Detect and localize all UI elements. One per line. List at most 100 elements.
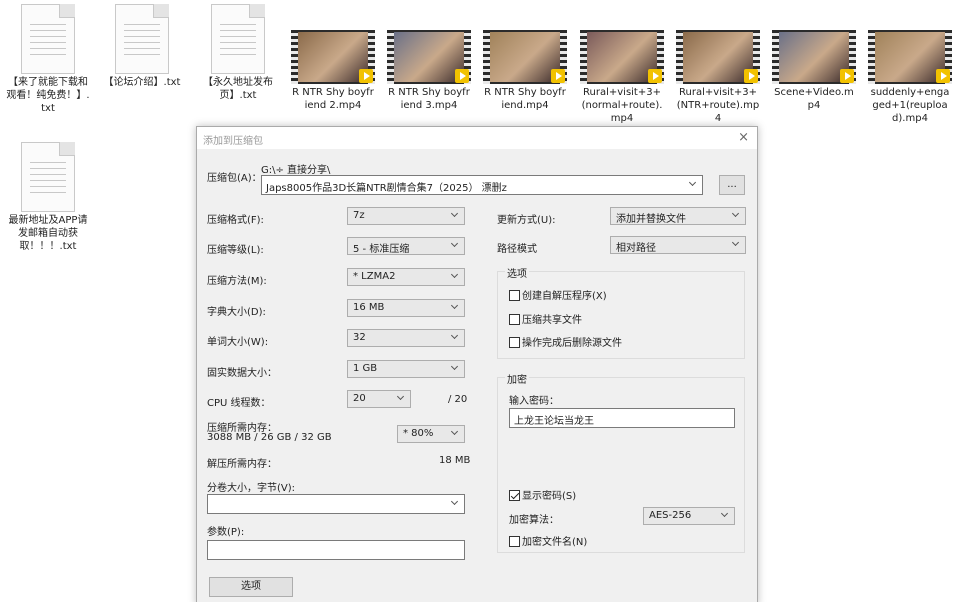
desktop-file-icon[interactable]: 最新地址及APP请发邮箱自动获取！！！.txt: [2, 142, 94, 253]
archive-path: G:\÷ 直接分享\: [261, 165, 331, 176]
add-to-archive-dialog: 添加到压缩包 × 压缩包(A)： G:\÷ 直接分享\ Japs8005作品3D…: [196, 126, 758, 602]
checkbox-checked-icon: [509, 490, 520, 501]
desktop-file-icon[interactable]: Rural+visit+3+(NTR+route).mp4: [672, 30, 764, 125]
level-select[interactable]: 5 - 标准压缩: [347, 237, 465, 255]
delete-source-checkbox[interactable]: 操作完成后删除源文件: [509, 334, 622, 349]
file-name-label: Rural+visit+3+(NTR+route).mp4: [676, 87, 760, 124]
chevron-down-icon: [720, 510, 730, 520]
format-label: 压缩格式(F):: [207, 215, 264, 226]
split-label: 分卷大小，字节(V):: [207, 483, 296, 494]
chevron-down-icon: [450, 428, 460, 438]
password-label: 输入密码：: [509, 396, 559, 407]
archive-name-value: Japs8005作品3D长篇NTR剧情合集7（2025） 漂删z: [266, 183, 507, 194]
enc-method-select[interactable]: AES-256: [643, 507, 735, 525]
enc-method-value: AES-256: [649, 510, 692, 521]
word-value: 32: [353, 332, 366, 343]
enc-method-label: 加密算法：: [509, 515, 559, 526]
word-label: 单词大小(W):: [207, 337, 269, 348]
text-file-icon: [211, 4, 265, 74]
chevron-down-icon: [450, 271, 460, 281]
play-badge-icon: [936, 69, 950, 83]
chevron-down-icon: [731, 210, 741, 220]
desktop-file-icon[interactable]: R NTR Shy boyfriend 3.mp4: [383, 30, 475, 112]
threads-max: / 20: [448, 394, 468, 405]
encrypt-names-checkbox[interactable]: 加密文件名(N): [509, 533, 587, 548]
chevron-down-icon: [731, 239, 741, 249]
file-name-label: 【永久地址发布页】.txt: [203, 77, 273, 101]
shared-checkbox[interactable]: 压缩共享文件: [509, 311, 582, 326]
video-thumbnail-icon: [676, 30, 760, 84]
solid-select[interactable]: 1 GB: [347, 360, 465, 378]
chevron-down-icon: [450, 210, 460, 220]
options-group-label: 选项: [505, 265, 529, 280]
sfx-checkbox[interactable]: 创建自解压程序(X): [509, 287, 607, 302]
video-thumbnail-icon: [291, 30, 375, 84]
path-mode-select[interactable]: 相对路径: [610, 236, 746, 254]
dict-select[interactable]: 16 MB: [347, 299, 465, 317]
password-value: 上龙王论坛当龙王: [514, 416, 594, 427]
path-mode-value: 相对路径: [616, 243, 656, 254]
chevron-down-icon: [450, 332, 460, 342]
delete-source-label: 操作完成后删除源文件: [522, 338, 622, 349]
password-input[interactable]: 上龙王论坛当龙王: [509, 408, 735, 428]
video-thumbnail-icon: [580, 30, 664, 84]
path-mode-label: 路径模式: [497, 244, 537, 255]
browse-button[interactable]: ...: [719, 175, 745, 195]
method-select[interactable]: * LZMA2: [347, 268, 465, 286]
options-button[interactable]: 选项: [209, 577, 293, 597]
play-badge-icon: [359, 69, 373, 83]
file-name-label: 【来了就能下载和观看！纯免费！】.txt: [6, 77, 90, 114]
format-select[interactable]: 7z: [347, 207, 465, 225]
desktop-file-icon[interactable]: Rural+visit+3+(normal+route).mp4: [576, 30, 668, 125]
file-name-label: R NTR Shy boyfriend.mp4: [484, 87, 566, 111]
word-select[interactable]: 32: [347, 329, 465, 347]
desktop-file-icon[interactable]: 【永久地址发布页】.txt: [192, 4, 284, 102]
text-file-icon: [21, 4, 75, 74]
chevron-down-icon: [450, 240, 460, 250]
video-thumbnail-icon: [772, 30, 856, 84]
show-password-checkbox[interactable]: 显示密码(S): [509, 487, 576, 502]
play-badge-icon: [648, 69, 662, 83]
checkbox-icon: [509, 314, 520, 325]
file-name-label: 【论坛介绍】.txt: [103, 77, 181, 88]
desktop-file-icon[interactable]: R NTR Shy boyfriend.mp4: [479, 30, 571, 112]
update-label: 更新方式(U):: [497, 215, 556, 226]
dialog-titlebar: 添加到压缩包 ×: [197, 127, 757, 149]
encrypt-names-label: 加密文件名(N): [522, 537, 588, 548]
file-name-label: 最新地址及APP请发邮箱自动获取！！！.txt: [8, 215, 88, 252]
desktop-file-icon[interactable]: Scene+Video.mp4: [768, 30, 860, 112]
text-file-icon: [21, 142, 75, 212]
encryption-group-label: 加密: [505, 371, 529, 386]
dialog-title: 添加到压缩包: [203, 136, 263, 147]
text-file-icon: [115, 4, 169, 74]
chevron-down-icon: [450, 499, 460, 509]
desktop-file-icon[interactable]: 【论坛介绍】.txt: [96, 4, 188, 89]
file-name-label: Scene+Video.mp4: [774, 87, 854, 111]
chevron-down-icon: [450, 302, 460, 312]
threads-select[interactable]: 20: [347, 390, 411, 408]
desktop-file-icon[interactable]: 【来了就能下载和观看！纯免费！】.txt: [2, 4, 94, 115]
level-value: 5 - 标准压缩: [353, 244, 410, 255]
level-label: 压缩等级(L):: [207, 245, 264, 256]
close-icon[interactable]: ×: [738, 130, 749, 145]
method-label: 压缩方法(M):: [207, 276, 267, 287]
play-badge-icon: [551, 69, 565, 83]
chevron-down-icon: [396, 393, 406, 403]
params-input[interactable]: [207, 540, 465, 560]
shared-label: 压缩共享文件: [522, 315, 582, 326]
file-name-label: Rural+visit+3+(normal+route).mp4: [581, 87, 663, 124]
update-value: 添加并替换文件: [616, 214, 686, 225]
desktop-file-icon[interactable]: suddenly+engaged+1(reupload).mp4: [864, 30, 956, 125]
threads-label: CPU 线程数：: [207, 398, 271, 409]
dict-label: 字典大小(D):: [207, 307, 266, 318]
mem-comp-value: 3088 MB / 26 GB / 32 GB: [207, 432, 332, 443]
archive-name-combobox[interactable]: Japs8005作品3D长篇NTR剧情合集7（2025） 漂删z: [261, 175, 703, 195]
desktop-file-icon[interactable]: R NTR Shy boyfriend 2.mp4: [287, 30, 379, 112]
checkbox-icon: [509, 337, 520, 348]
update-select[interactable]: 添加并替换文件: [610, 207, 746, 225]
sfx-label: 创建自解压程序(X): [522, 291, 607, 302]
chevron-down-icon: [450, 363, 460, 373]
show-password-label: 显示密码(S): [522, 491, 577, 502]
mem-pct-select[interactable]: * 80%: [397, 425, 465, 443]
split-combobox[interactable]: [207, 494, 465, 514]
